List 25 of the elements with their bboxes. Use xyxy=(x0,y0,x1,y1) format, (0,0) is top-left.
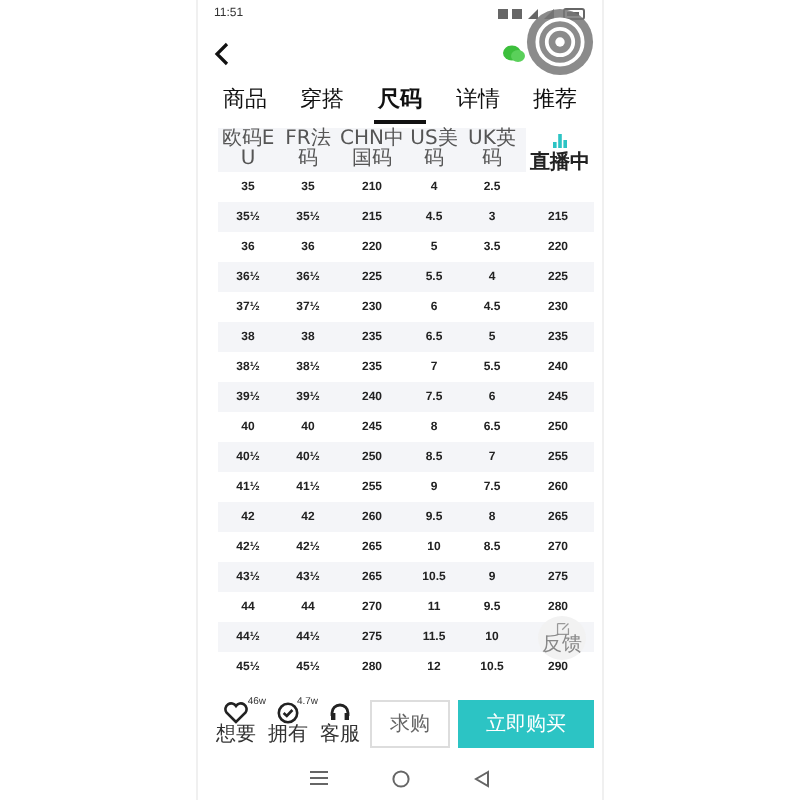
headset-icon xyxy=(328,702,352,724)
bar-chart-icon xyxy=(552,132,568,148)
action-label[interactable]: 客服 xyxy=(320,724,360,746)
tab[interactable]: 穿搭 xyxy=(296,80,349,124)
want-buy-button[interactable]: 求购 xyxy=(370,700,450,748)
tab[interactable]: 尺码 xyxy=(373,80,426,124)
heart-icon xyxy=(224,702,248,724)
column-header: CHN中国码 xyxy=(338,130,406,170)
column-header: FR法码 xyxy=(283,130,333,170)
action-label[interactable]: 拥有 xyxy=(268,724,308,746)
edit-icon xyxy=(555,621,569,635)
menu-icon[interactable] xyxy=(310,770,328,786)
home-icon[interactable] xyxy=(392,769,410,787)
column-header: UK英码 xyxy=(466,130,518,170)
floating-target-icon[interactable] xyxy=(526,8,594,76)
tab[interactable]: 推荐 xyxy=(529,80,582,124)
action-label[interactable]: 想要 xyxy=(216,724,256,746)
column-header: 欧码EU xyxy=(219,130,277,170)
tab[interactable]: 详情 xyxy=(451,80,504,124)
check-circle-icon xyxy=(276,702,300,724)
column-header: US美码 xyxy=(408,130,460,170)
live-label: 直播中 xyxy=(530,149,590,176)
back-icon[interactable] xyxy=(214,42,230,66)
tab[interactable]: 商品 xyxy=(218,80,271,124)
back-triangle-icon[interactable] xyxy=(474,769,490,787)
